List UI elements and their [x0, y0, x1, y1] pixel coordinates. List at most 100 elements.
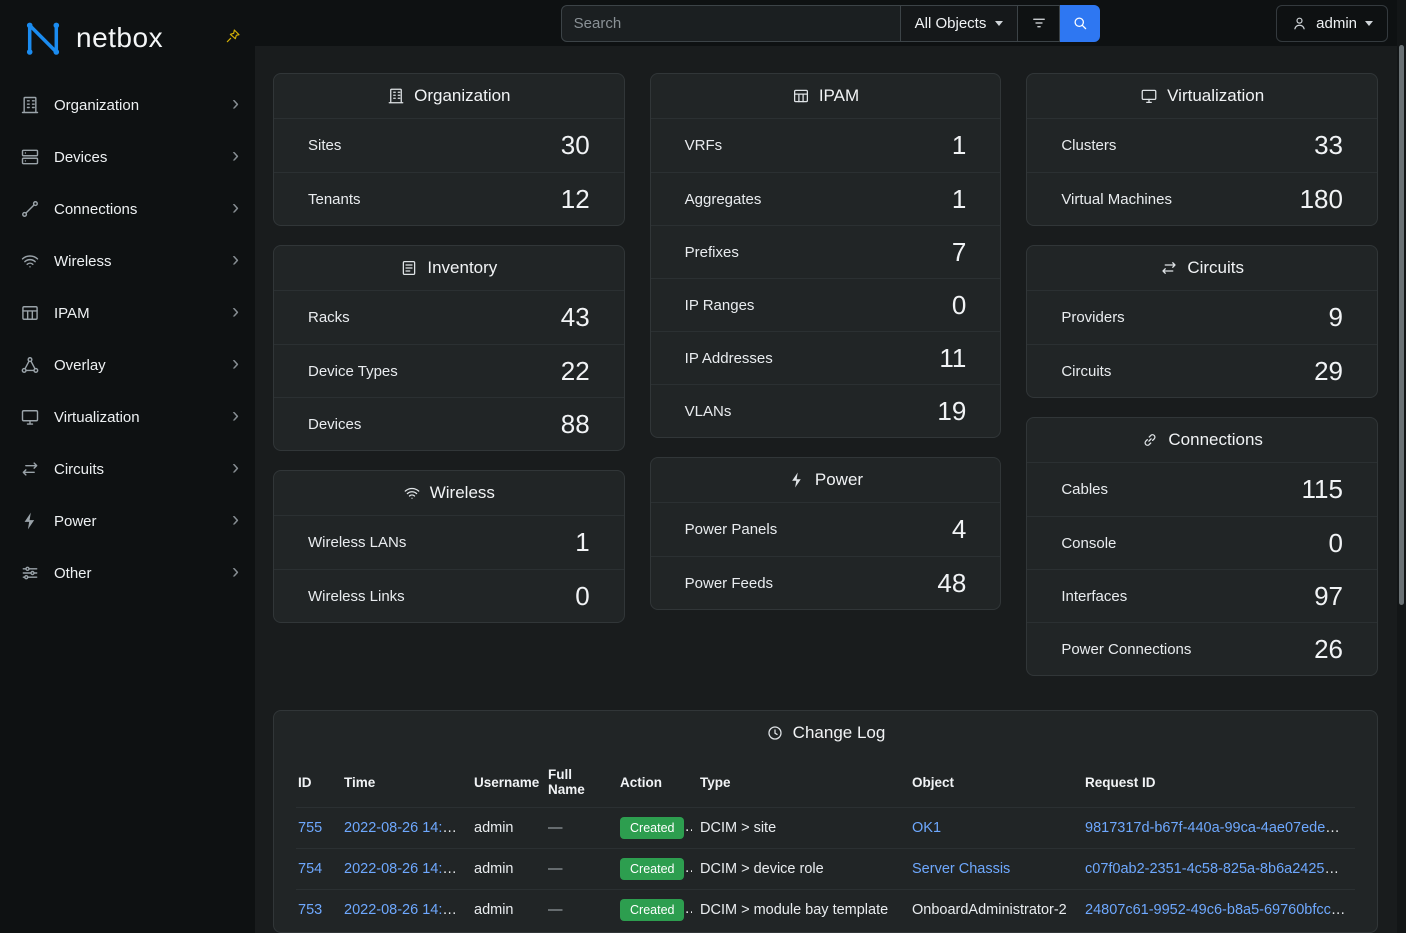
stat-value[interactable]: 33 [1314, 130, 1343, 161]
object-link[interactable]: Server Chassis [912, 861, 1010, 877]
stat-value[interactable]: 4 [952, 514, 966, 545]
stat-row: Tenants 12 [274, 172, 624, 225]
stat-label[interactable]: Wireless LANs [308, 534, 406, 551]
stat-label[interactable]: Wireless Links [308, 588, 405, 605]
stat-label[interactable]: Power Feeds [685, 575, 773, 592]
dashboard-content: Organization Sites 30 Tenants 12 Invento… [255, 46, 1406, 933]
sidebar-item-virtualization[interactable]: Virtualization › [0, 391, 255, 443]
request-id-link[interactable]: c07f0ab2-2351-4c58-825a-8b6a2425a1ab [1085, 861, 1355, 877]
list-icon [400, 259, 418, 277]
stat-value[interactable]: 88 [561, 409, 590, 440]
stat-value[interactable]: 26 [1314, 634, 1343, 665]
stat-value[interactable]: 11 [939, 343, 966, 374]
stat-label[interactable]: Devices [308, 416, 361, 433]
stat-label[interactable]: Interfaces [1061, 588, 1127, 605]
search-input[interactable] [561, 5, 901, 42]
wifi-icon [20, 251, 40, 271]
stat-label[interactable]: Aggregates [685, 191, 762, 208]
change-id-link[interactable]: 755 [298, 820, 322, 836]
change-id-link[interactable]: 754 [298, 861, 322, 877]
stat-value[interactable]: 1 [952, 130, 966, 161]
stat-value[interactable]: 7 [952, 237, 966, 268]
stat-label[interactable]: VLANs [685, 403, 732, 420]
stat-label[interactable]: Power Connections [1061, 641, 1191, 658]
sidebar-item-circuits[interactable]: Circuits › [0, 443, 255, 495]
stat-value[interactable]: 180 [1300, 184, 1343, 215]
stat-value[interactable]: 22 [561, 356, 590, 387]
stat-value[interactable]: 30 [561, 130, 590, 161]
column-header-object: Object [904, 755, 1077, 808]
stat-label[interactable]: Console [1061, 535, 1116, 552]
card-title: Virtualization [1167, 86, 1264, 106]
stat-label[interactable]: IP Addresses [685, 350, 773, 367]
bolt-icon [788, 471, 806, 489]
stat-value[interactable]: 19 [937, 396, 966, 427]
stat-value[interactable]: 0 [575, 581, 589, 612]
stat-label[interactable]: Power Panels [685, 521, 778, 538]
server-icon [20, 147, 40, 167]
sidebar-item-wireless[interactable]: Wireless › [0, 235, 255, 287]
username-cell: admin [466, 849, 540, 890]
stat-label[interactable]: Virtual Machines [1061, 191, 1172, 208]
change-id-link[interactable]: 753 [298, 902, 322, 918]
change-time-link[interactable]: 2022-08-26 14:22 [344, 820, 459, 836]
stat-value[interactable]: 0 [1329, 528, 1343, 559]
card-header: Change Log [274, 711, 1377, 755]
scrollbar-thumb[interactable] [1399, 45, 1404, 605]
stat-label[interactable]: Clusters [1061, 137, 1116, 154]
filter-button[interactable] [1018, 5, 1060, 42]
change-time-link[interactable]: 2022-08-26 14:17 [344, 861, 459, 877]
object-type-dropdown[interactable]: All Objects [901, 5, 1019, 42]
stat-label[interactable]: Tenants [308, 191, 361, 208]
sidebar-item-overlay[interactable]: Overlay › [0, 339, 255, 391]
monitor-icon [20, 407, 40, 427]
request-id-link[interactable]: 24807c61-9952-49c6-b8a5-69760bfcc4b3 [1085, 902, 1355, 918]
stat-row: Device Types 22 [274, 344, 624, 397]
admin-label: admin [1316, 15, 1357, 32]
sidebar-item-label: Devices [54, 149, 218, 166]
stat-value[interactable]: 12 [561, 184, 590, 215]
sidebar-item-power[interactable]: Power › [0, 495, 255, 547]
admin-menu-button[interactable]: admin [1276, 5, 1388, 42]
stat-value[interactable]: 9 [1329, 302, 1343, 333]
link-icon [1141, 431, 1159, 449]
caret-down-icon [1365, 21, 1373, 26]
sidebar-item-organization[interactable]: Organization › [0, 79, 255, 131]
pin-icon[interactable] [225, 28, 241, 44]
sidebar-item-connections[interactable]: Connections › [0, 183, 255, 235]
object-link[interactable]: OK1 [912, 820, 941, 836]
stat-label[interactable]: VRFs [685, 137, 723, 154]
stat-label[interactable]: Sites [308, 137, 341, 154]
netbox-logo[interactable]: netbox [0, 0, 255, 75]
stat-label[interactable]: Racks [308, 309, 350, 326]
stat-label[interactable]: Device Types [308, 363, 398, 380]
card-title: Inventory [427, 258, 497, 278]
stat-value[interactable]: 115 [1302, 474, 1343, 505]
sidebar-item-label: Circuits [54, 461, 218, 478]
stat-label[interactable]: Cables [1061, 481, 1108, 498]
stat-value[interactable]: 48 [937, 568, 966, 599]
action-badge: Created [620, 817, 684, 839]
stat-value[interactable]: 97 [1314, 581, 1343, 612]
stat-value[interactable]: 0 [952, 290, 966, 321]
stat-label[interactable]: Providers [1061, 309, 1124, 326]
stat-value[interactable]: 1 [952, 184, 966, 215]
stat-label[interactable]: Prefixes [685, 244, 739, 261]
change-time-link[interactable]: 2022-08-26 14:15 [344, 902, 459, 918]
stat-label[interactable]: Circuits [1061, 363, 1111, 380]
power-card: Power Power Panels 4 Power Feeds 48 [650, 457, 1002, 610]
wifi-icon [403, 484, 421, 502]
search-submit-button[interactable] [1060, 5, 1100, 42]
netbox-dashboard: netbox Organization › Devices › Connecti… [0, 0, 1406, 933]
sidebar-item-other[interactable]: Other › [0, 547, 255, 599]
stat-value[interactable]: 1 [575, 527, 589, 558]
stat-label[interactable]: IP Ranges [685, 297, 755, 314]
stat-row: Console 0 [1027, 516, 1377, 569]
sidebar-item-devices[interactable]: Devices › [0, 131, 255, 183]
stat-value[interactable]: 29 [1314, 356, 1343, 387]
sidebar-item-ipam[interactable]: IPAM › [0, 287, 255, 339]
stat-row: VLANs 19 [651, 384, 1001, 437]
request-id-link[interactable]: 9817317d-b67f-440a-99ca-4ae07ede94df [1085, 820, 1353, 836]
stat-value[interactable]: 43 [561, 302, 590, 333]
card-header: Power [651, 458, 1001, 503]
